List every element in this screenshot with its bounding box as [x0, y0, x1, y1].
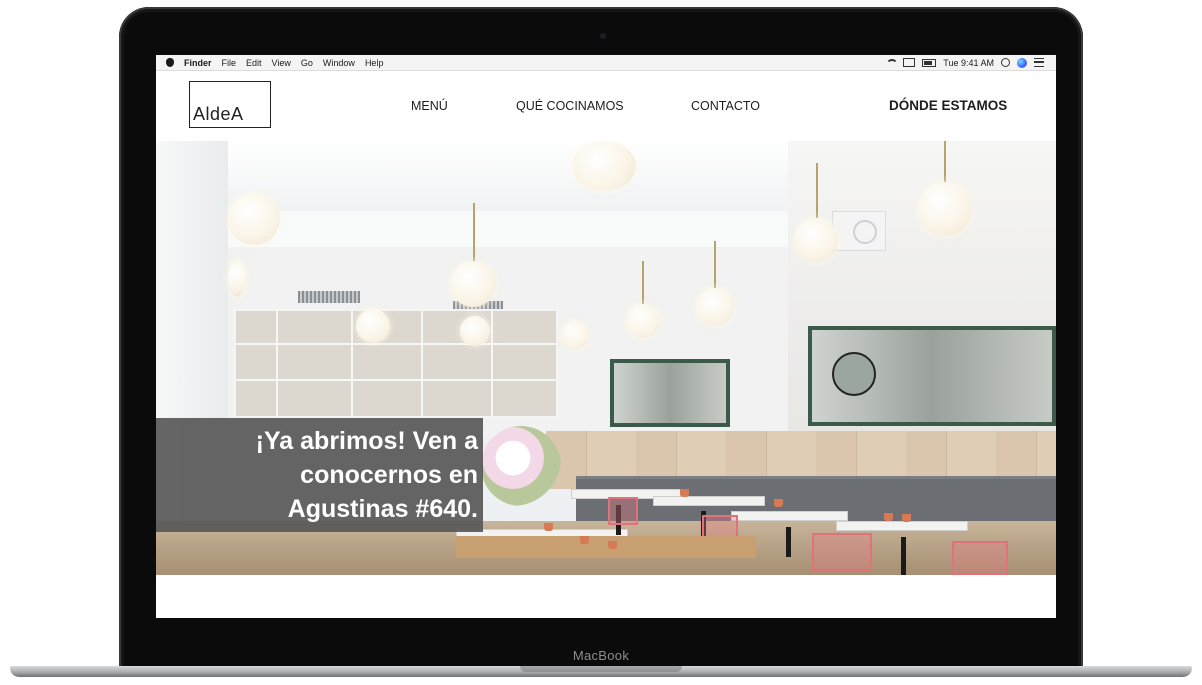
plant-pot: [544, 523, 553, 531]
pink-chair: [608, 497, 638, 525]
pendant-lamp: [626, 304, 660, 338]
pink-chair: [952, 541, 1008, 575]
nav-menu-link[interactable]: MENÚ: [411, 99, 448, 113]
pendant-lamp: [356, 309, 390, 343]
site-header: AldeA MENÚ QUÉ COCINAMOS CONTACTO DÓNDE …: [156, 71, 1056, 141]
pendant-lamp: [794, 218, 838, 262]
camera-icon: [600, 33, 606, 39]
lamp-cord: [944, 141, 946, 183]
menubar-app-name[interactable]: Finder: [184, 58, 212, 68]
apple-logo-icon[interactable]: [166, 58, 174, 67]
plant-pot: [902, 514, 911, 522]
pendant-lamp: [561, 321, 589, 349]
nav-donde-estamos-link[interactable]: DÓNDE ESTAMOS: [889, 98, 1007, 113]
device-brand-label: MacBook: [572, 648, 630, 663]
hero-announcement-box: ¡Ya abrimos! Ven a conocernos en Agustin…: [156, 418, 483, 532]
pendant-lamp: [918, 182, 972, 236]
flower-bouquet: [481, 426, 561, 506]
table-leg: [786, 527, 791, 557]
dining-table: [836, 521, 968, 531]
menubar-view[interactable]: View: [272, 58, 291, 68]
vent-grille: [298, 291, 360, 303]
menubar-edit[interactable]: Edit: [246, 58, 262, 68]
pendant-lamp: [572, 141, 636, 191]
kitchen-window: [234, 309, 558, 418]
lamp-cord: [642, 261, 644, 306]
lamp-cord: [473, 203, 475, 265]
hero-image: ¡Ya abrimos! Ven a conocernos en Agustin…: [156, 141, 1056, 575]
menubar-go[interactable]: Go: [301, 58, 313, 68]
pendant-lamp: [228, 259, 246, 297]
menubar-window[interactable]: Window: [323, 58, 355, 68]
lamp-cord: [714, 241, 716, 291]
plant-pot: [580, 536, 589, 544]
notification-center-icon[interactable]: [1034, 58, 1044, 67]
wooden-bench: [456, 536, 756, 558]
wall-mirror: [808, 326, 1056, 426]
plant-pot: [608, 541, 617, 549]
wall-mirror: [610, 359, 730, 427]
laptop-screen: Finder File Edit View Go Window Help Tue…: [156, 55, 1056, 618]
lamp-cord: [816, 163, 818, 218]
wall-speaker: [832, 211, 886, 251]
table-leg: [901, 537, 906, 575]
spotlight-search-icon[interactable]: [1001, 58, 1010, 67]
nav-que-cocinamos-link[interactable]: QUÉ COCINAMOS: [516, 99, 624, 113]
dining-table: [731, 511, 848, 521]
page-content-area: [156, 575, 1056, 618]
hero-headline: ¡Ya abrimos! Ven a conocernos en Agustin…: [255, 427, 478, 523]
airplay-icon[interactable]: [903, 58, 916, 67]
menubar-help[interactable]: Help: [365, 58, 384, 68]
menubar-file[interactable]: File: [222, 58, 237, 68]
siri-icon[interactable]: [1017, 57, 1027, 68]
wifi-icon[interactable]: [886, 58, 899, 67]
laptop-hinge-notch: [520, 666, 682, 672]
pink-chair: [812, 533, 872, 571]
pendant-lamp: [450, 261, 496, 307]
macos-menubar: Finder File Edit View Go Window Help Tue…: [156, 55, 1056, 71]
nav-contacto-link[interactable]: CONTACTO: [691, 99, 760, 113]
pendant-lamp: [460, 316, 490, 346]
plant-pot: [774, 499, 783, 507]
menubar-clock[interactable]: Tue 9:41 AM: [943, 58, 994, 68]
logo-text: AldeA: [193, 104, 244, 124]
plant-pot: [884, 513, 893, 521]
battery-icon[interactable]: [922, 58, 937, 67]
plant-pot: [680, 489, 689, 497]
dining-table: [653, 496, 765, 506]
pendant-lamp: [228, 193, 280, 245]
site-logo[interactable]: AldeA: [189, 81, 271, 128]
hero-soffit: [228, 211, 788, 248]
pendant-lamp: [696, 288, 734, 326]
